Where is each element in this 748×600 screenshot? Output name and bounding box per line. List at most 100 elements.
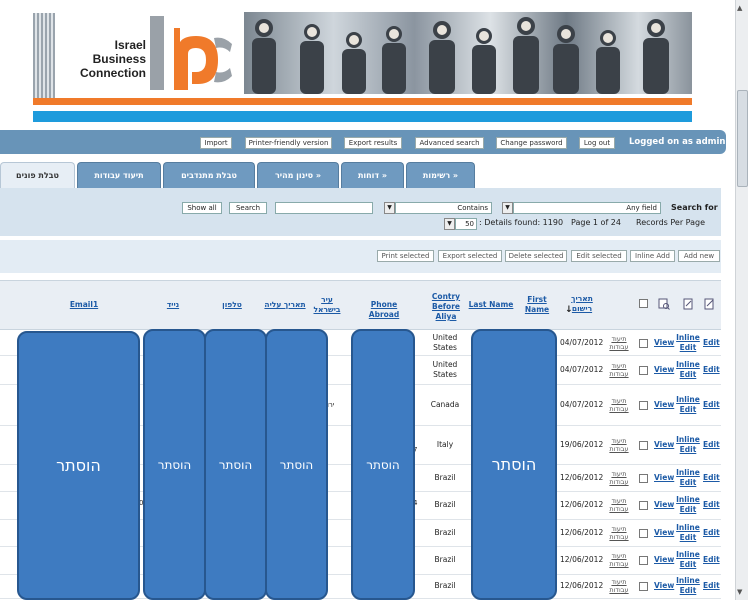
view-link[interactable]: View bbox=[654, 528, 674, 538]
redaction-overlay-phone: הוסתר bbox=[204, 329, 267, 600]
log-out-button[interactable]: Log out bbox=[579, 137, 615, 149]
view-header-icon bbox=[658, 298, 670, 310]
header-banner-people bbox=[252, 17, 669, 94]
view-link[interactable]: View bbox=[654, 365, 674, 375]
import-button[interactable]: Import bbox=[200, 137, 232, 149]
col-email[interactable]: Email1 bbox=[66, 300, 102, 310]
row-checkbox[interactable] bbox=[639, 339, 648, 348]
tab-applicants[interactable]: טבלת פונים bbox=[0, 162, 75, 189]
col-city[interactable]: עיר בישראל bbox=[312, 295, 342, 315]
edit-selected-button[interactable]: Edit selected bbox=[571, 250, 627, 262]
change-password-button[interactable]: Change password bbox=[496, 137, 567, 149]
date-cell: 12/06/2012 bbox=[560, 500, 604, 509]
field-select[interactable]: Any field bbox=[513, 202, 661, 214]
country-cell: Brazil bbox=[434, 472, 456, 482]
search-button[interactable]: Search bbox=[229, 202, 267, 214]
advanced-search-button[interactable]: Advanced search bbox=[415, 137, 484, 149]
country-cell: Brazil bbox=[434, 581, 456, 590]
work-log-link[interactable]: תיעוד עבודות bbox=[606, 335, 632, 351]
edit-link[interactable]: Edit bbox=[703, 400, 720, 410]
work-log-link[interactable]: תיעוד עבודות bbox=[606, 552, 632, 568]
export-results-button[interactable]: Export results bbox=[344, 137, 402, 149]
details-found: : Details found: 1190 bbox=[479, 218, 564, 227]
tab-lists[interactable]: רשימות » bbox=[406, 162, 475, 189]
col-aliya-date[interactable]: תאריך עליה bbox=[260, 300, 310, 310]
edit-header-icon bbox=[704, 298, 714, 310]
add-new-button[interactable]: Add new bbox=[678, 250, 720, 262]
view-link[interactable]: View bbox=[654, 581, 674, 591]
search-input[interactable] bbox=[275, 202, 373, 214]
logo-line-2: Business bbox=[92, 52, 146, 66]
row-checkbox[interactable] bbox=[639, 582, 648, 591]
work-log-link[interactable]: תיעוד עבודות bbox=[606, 497, 632, 513]
row-checkbox[interactable] bbox=[639, 473, 648, 483]
date-cell: 12/06/2012 bbox=[560, 581, 604, 590]
row-checkbox[interactable] bbox=[639, 400, 648, 410]
edit-link[interactable]: Edit bbox=[703, 555, 720, 565]
inline-edit-link[interactable]: Inline Edit bbox=[676, 360, 700, 380]
work-log-link[interactable]: תיעוד עבודות bbox=[606, 578, 632, 594]
edit-link[interactable]: Edit bbox=[703, 581, 720, 591]
inline-edit-link[interactable]: Inline Edit bbox=[676, 468, 700, 488]
view-link[interactable]: View bbox=[654, 400, 674, 410]
edit-link[interactable]: Edit bbox=[703, 473, 720, 483]
printer-friendly-button[interactable]: Printer-friendly version bbox=[245, 137, 332, 149]
show-all-button[interactable]: Show all bbox=[182, 202, 222, 214]
tab-quick-filter[interactable]: סינון מהיר » bbox=[257, 162, 339, 189]
row-checkbox[interactable] bbox=[639, 556, 648, 565]
scroll-down-arrow-icon[interactable]: ▼ bbox=[737, 588, 742, 596]
work-log-link[interactable]: תיעוד עבודות bbox=[606, 525, 632, 541]
scroll-up-arrow-icon[interactable]: ▲ bbox=[737, 4, 742, 12]
date-cell: 12/06/2012 bbox=[560, 527, 604, 537]
inline-edit-link[interactable]: Inline Edit bbox=[676, 333, 700, 353]
delete-selected-button[interactable]: Delete selected bbox=[505, 250, 567, 262]
row-checkbox[interactable] bbox=[639, 440, 648, 450]
view-link[interactable]: View bbox=[654, 500, 674, 510]
edit-link[interactable]: Edit bbox=[703, 365, 720, 375]
inline-edit-link[interactable]: Inline Edit bbox=[676, 576, 700, 596]
scrollbar-thumb[interactable] bbox=[737, 90, 748, 187]
col-phone-abroad[interactable]: Phone Abroad bbox=[355, 300, 413, 320]
work-log-link[interactable]: תיעוד עבודות bbox=[606, 397, 632, 413]
ibc-logo-mark bbox=[150, 16, 232, 90]
edit-link[interactable]: Edit bbox=[703, 500, 720, 510]
redaction-overlay-mobile: הוסתר bbox=[143, 329, 206, 600]
col-country[interactable]: Contry Before Aliya bbox=[428, 292, 464, 322]
select-all-checkbox[interactable] bbox=[639, 299, 648, 308]
inline-add-button[interactable]: Inline Add bbox=[630, 250, 675, 262]
edit-link[interactable]: Edit bbox=[703, 338, 720, 348]
col-last-name[interactable]: Last Name bbox=[468, 300, 514, 310]
inline-edit-link[interactable]: Inline Edit bbox=[676, 523, 700, 543]
work-log-link[interactable]: תיעוד עבודות bbox=[606, 437, 632, 453]
view-link[interactable]: View bbox=[654, 440, 674, 450]
work-log-link[interactable]: תיעוד עבודות bbox=[606, 362, 632, 378]
tab-work-log[interactable]: תיעוד עבודות bbox=[77, 162, 161, 189]
edit-link[interactable]: Edit bbox=[703, 440, 720, 450]
row-checkbox[interactable] bbox=[639, 528, 648, 538]
redaction-overlay-names: הוסתר bbox=[471, 329, 557, 600]
inline-edit-link[interactable]: Inline Edit bbox=[676, 550, 700, 570]
col-first-name[interactable]: First Name bbox=[522, 295, 552, 315]
operator-select[interactable]: Contains bbox=[395, 202, 492, 214]
view-link[interactable]: View bbox=[654, 338, 674, 348]
tab-reports[interactable]: דוחות » bbox=[341, 162, 404, 189]
row-checkbox[interactable] bbox=[639, 365, 648, 375]
row-checkbox[interactable] bbox=[639, 501, 648, 510]
print-selected-button[interactable]: Print selected bbox=[377, 250, 434, 262]
tab-volunteers[interactable]: טבלת מתנדבים bbox=[163, 162, 255, 189]
edit-link[interactable]: Edit bbox=[703, 528, 720, 538]
col-mobile[interactable]: נייד bbox=[160, 300, 186, 310]
inline-edit-link[interactable]: Inline Edit bbox=[676, 435, 700, 455]
inline-edit-link[interactable]: Inline Edit bbox=[676, 495, 700, 515]
export-selected-button[interactable]: Export selected bbox=[438, 250, 502, 262]
work-log-link[interactable]: תיעוד עבודות bbox=[606, 470, 632, 486]
logo-line-1: Israel bbox=[114, 38, 146, 52]
view-link[interactable]: View bbox=[654, 555, 674, 565]
inline-edit-link[interactable]: Inline Edit bbox=[676, 395, 700, 415]
view-link[interactable]: View bbox=[654, 473, 674, 483]
per-page-dropdown-icon[interactable]: ▼ bbox=[444, 218, 455, 230]
per-page-select[interactable]: 50 bbox=[455, 218, 477, 230]
field-select-dropdown-icon[interactable]: ▼ bbox=[502, 202, 513, 214]
col-phone[interactable]: טלפון bbox=[218, 300, 246, 310]
operator-dropdown-icon[interactable]: ▼ bbox=[384, 202, 395, 214]
